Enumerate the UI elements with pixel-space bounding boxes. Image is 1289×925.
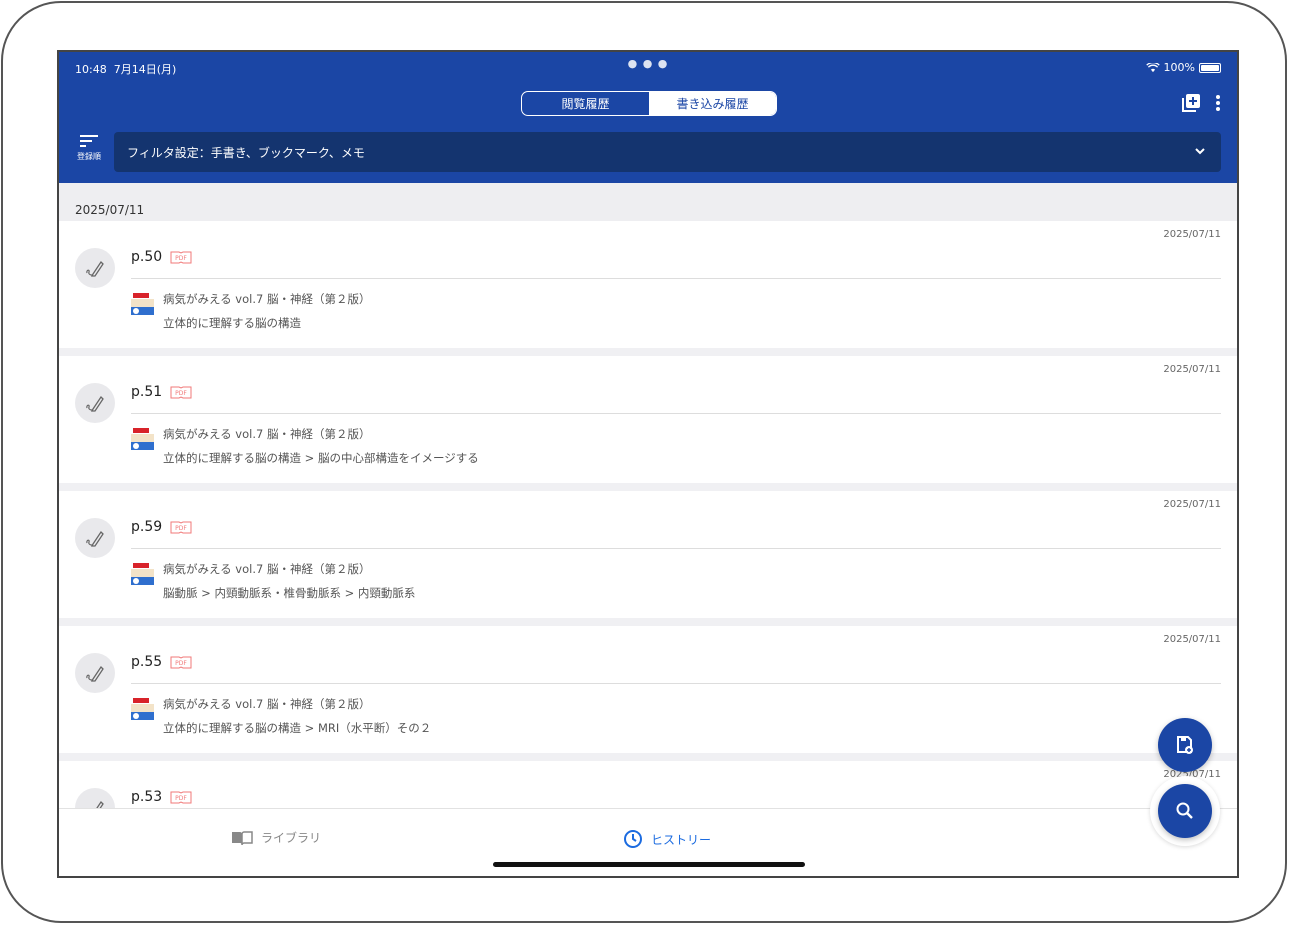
nav-history[interactable]: ヒストリー [623, 829, 711, 849]
pen-icon [75, 383, 115, 423]
chapter-path: 立体的に理解する脳の構造 [163, 316, 301, 330]
date-group-header: 2025/07/11 [59, 183, 1237, 221]
item-date: 2025/07/11 [1163, 634, 1221, 645]
divider [131, 413, 1221, 414]
book-cover-thumbnail [131, 697, 154, 720]
nav-library-label: ライブラリ [261, 831, 322, 845]
history-item[interactable]: 2025/07/11 p.51 PDF 病気がみえる vol.7 脳・神経（第２版… [59, 356, 1237, 483]
history-item[interactable]: 2025/07/11 p.59 PDF 病気がみえる vol.7 脳・神経（第２版… [59, 491, 1237, 618]
item-date: 2025/07/11 [1163, 499, 1221, 510]
item-date: 2025/07/11 [1163, 364, 1221, 375]
pdf-icon: PDF [170, 791, 192, 804]
home-indicator[interactable] [493, 862, 805, 867]
divider [131, 683, 1221, 684]
history-item[interactable]: 2025/07/11 p.55 PDF 病気がみえる vol.7 脳・神経（第２版… [59, 626, 1237, 753]
multitasking-dots-icon[interactable]: ● ● ● [628, 57, 669, 70]
divider [131, 278, 1221, 279]
tab-write-history[interactable]: 書き込み履歴 [649, 92, 776, 115]
battery-percent: 100% [1163, 61, 1195, 74]
svg-text:PDF: PDF [175, 525, 187, 532]
book-cover-thumbnail [131, 427, 154, 450]
history-list: 2025/07/11 p.50 PDF 病気がみえる vol.7 脳・神経（第２版… [59, 221, 1237, 876]
status-right: 100% [1145, 61, 1221, 74]
pen-icon [75, 518, 115, 558]
nav-history-label: ヒストリー [651, 832, 712, 847]
header-actions [1181, 93, 1221, 113]
history-tab-switch: 閲覧履歴 書き込み履歴 [521, 91, 777, 116]
wifi-icon [1145, 62, 1160, 72]
item-page: p.59 PDF [131, 519, 192, 535]
chevron-down-icon [1195, 148, 1205, 155]
sort-button[interactable]: 登録順 [69, 134, 109, 176]
filter-text: フィルタ設定：手書き、ブックマーク、メモ [127, 145, 365, 160]
book-title: 病気がみえる vol.7 脳・神経（第２版） [163, 697, 371, 711]
save-bookmark-fab[interactable] [1158, 718, 1212, 772]
pdf-icon: PDF [170, 521, 192, 534]
pen-icon [75, 248, 115, 288]
pdf-icon: PDF [170, 251, 192, 264]
nav-library[interactable]: ライブラリ [231, 829, 321, 846]
item-page: p.50 PDF [131, 249, 192, 265]
divider [131, 548, 1221, 549]
bottom-navigation: ライブラリ ヒストリー [59, 808, 1237, 876]
add-collection-icon[interactable] [1181, 93, 1201, 113]
battery-icon [1199, 62, 1221, 73]
chapter-path: 脳動脈 > 内頸動脈系・椎骨動脈系 > 内頸動脈系 [163, 586, 416, 600]
pen-icon [75, 653, 115, 693]
item-date: 2025/07/11 [1163, 229, 1221, 240]
tablet-frame: 10:48 7月14日(月) ● ● ● 100% 閲覧履歴 書き込み履歴 登録… [1, 1, 1287, 923]
status-bar: 10:48 7月14日(月) ● ● ● 100% [75, 57, 1221, 76]
search-icon [1176, 802, 1193, 819]
book-title: 病気がみえる vol.7 脳・神経（第２版） [163, 292, 371, 306]
filter-row: 登録順 フィルタ設定：手書き、ブックマーク、メモ [59, 132, 1237, 177]
filter-dropdown[interactable]: フィルタ設定：手書き、ブックマーク、メモ [114, 132, 1221, 172]
sort-icon [80, 135, 98, 147]
tab-view-history[interactable]: 閲覧履歴 [522, 92, 649, 115]
svg-text:PDF: PDF [175, 390, 187, 397]
chapter-path: 立体的に理解する脳の構造 > MRI（水平断）その２ [163, 721, 432, 735]
clock-icon [624, 830, 642, 848]
pdf-icon: PDF [170, 656, 192, 669]
book-cover-thumbnail [131, 292, 154, 315]
more-menu-icon[interactable] [1215, 94, 1221, 112]
pdf-icon: PDF [170, 386, 192, 399]
save-add-icon [1177, 736, 1193, 754]
book-title: 病気がみえる vol.7 脳・神経（第２版） [163, 427, 371, 441]
svg-text:PDF: PDF [175, 255, 187, 262]
sort-label: 登録順 [77, 152, 101, 161]
search-fab[interactable] [1158, 784, 1212, 838]
chapter-path: 立体的に理解する脳の構造 > 脳の中心部構造をイメージする [163, 451, 479, 465]
book-cover-thumbnail [131, 562, 154, 585]
history-item[interactable]: 2025/07/11 p.50 PDF 病気がみえる vol.7 脳・神経（第２版… [59, 221, 1237, 348]
svg-text:PDF: PDF [175, 660, 187, 667]
book-title: 病気がみえる vol.7 脳・神経（第２版） [163, 562, 371, 576]
app-header: 10:48 7月14日(月) ● ● ● 100% 閲覧履歴 書き込み履歴 登録… [59, 52, 1237, 183]
book-icon [232, 830, 253, 845]
item-page: p.51 PDF [131, 384, 192, 400]
app-screen: 10:48 7月14日(月) ● ● ● 100% 閲覧履歴 書き込み履歴 登録… [57, 50, 1239, 878]
item-page: p.53 PDF [131, 789, 192, 805]
item-page: p.55 PDF [131, 654, 192, 670]
svg-text:PDF: PDF [175, 795, 187, 802]
status-time-date: 10:48 7月14日(月) [75, 63, 177, 76]
